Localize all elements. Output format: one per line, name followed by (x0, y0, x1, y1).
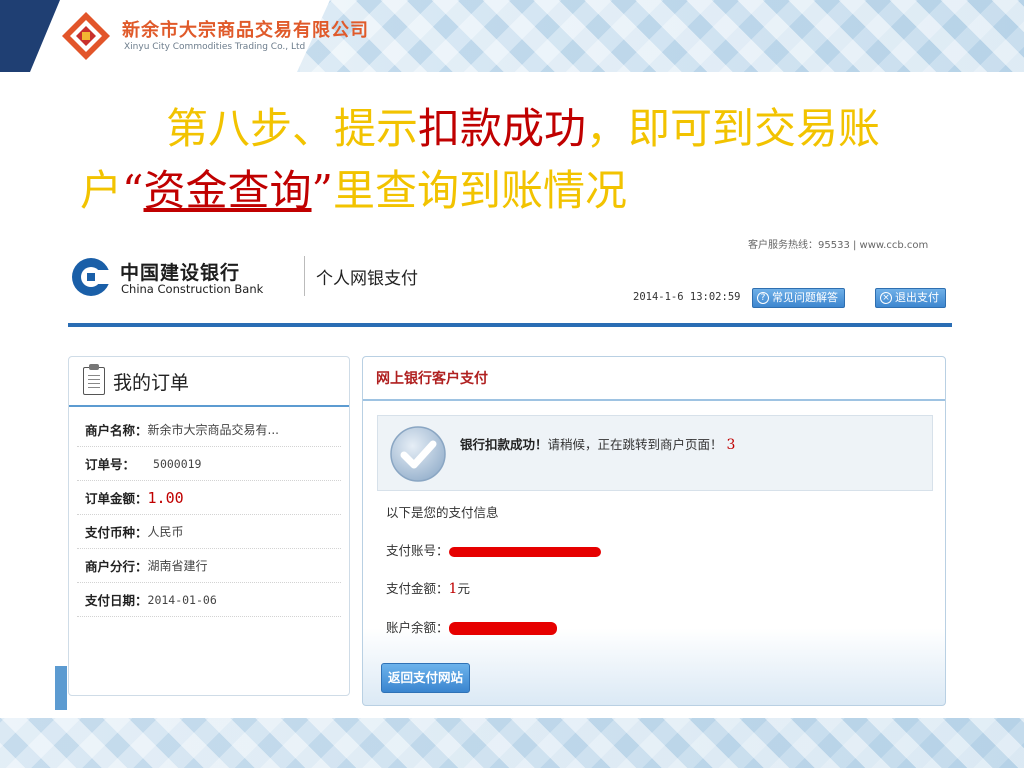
footer-diamond-pattern (0, 718, 1024, 768)
payment-info-heading: 以下是您的支付信息 (386, 505, 499, 520)
order-value: 新余市大宗商品交易有... (147, 423, 279, 437)
success-headline: 银行扣款成功！ (460, 437, 548, 452)
company-name-en: Xinyu City Commodities Trading Co., Ltd (124, 42, 306, 52)
order-panel-header: 我的订单 (69, 357, 349, 407)
ccb-payment-screenshot: 客户服务热线：95533 | www.ccb.com 中国建设银行 China … (55, 236, 958, 710)
headline-close-quote: ” (311, 166, 333, 215)
account-balance-row: 账户余额： (386, 617, 557, 636)
amount-label: 支付金额： (386, 581, 449, 596)
bank-service-title: 个人网银支付 (316, 269, 418, 289)
header-blue-rule (68, 323, 952, 327)
order-row-amount: 订单金额： 1.00 (77, 481, 341, 515)
exit-payment-button[interactable]: × 退出支付 (875, 288, 946, 308)
order-row-date: 支付日期： 2014-01-06 (77, 583, 341, 617)
faq-button[interactable]: ? 常见问题解答 (752, 288, 845, 308)
order-value: 5000019 (153, 456, 202, 471)
headline-highlight-deduction: 扣款成功 (418, 104, 587, 153)
order-label: 订单金额： (85, 491, 148, 506)
company-logo-icon (62, 12, 110, 60)
order-label: 商户名称： (85, 423, 148, 438)
order-label: 支付日期： (85, 593, 148, 608)
headline-open-quote: “ (122, 166, 144, 215)
bank-header-strip: 客户服务热线：95533 | www.ccb.com (748, 240, 929, 251)
order-value: 人民币 (147, 525, 184, 539)
success-message: 银行扣款成功！请稍候，正在跳转到商户页面！ 3 (460, 434, 735, 453)
slide-footer-band (0, 718, 1024, 768)
order-row-number: 订单号： 5000019 (77, 447, 341, 481)
order-row-branch: 商户分行： 湖南省建行 (77, 549, 341, 583)
bank-name-en: China Construction Bank (121, 282, 264, 296)
account-label: 支付账号： (386, 543, 449, 558)
order-label: 支付币种： (85, 525, 148, 540)
question-icon: ? (757, 292, 769, 304)
order-label: 商户分行： (85, 559, 148, 574)
order-value: 湖南省建行 (147, 559, 208, 573)
close-circle-icon: × (880, 292, 892, 304)
order-value: 2014-01-06 (147, 592, 217, 607)
order-amount-value: 1.00 (147, 488, 184, 507)
order-panel-title: 我的订单 (113, 371, 190, 394)
return-to-merchant-button[interactable]: 返回支付网站 (381, 663, 471, 693)
current-datetime: 2014-1-6 13:02:59 (633, 291, 741, 303)
side-float-tab[interactable] (55, 666, 67, 710)
my-order-panel: 我的订单 商户名称： 新余市大宗商品交易有... 订单号： 5000019 订单… (68, 356, 350, 696)
bank-name-cn: 中国建设银行 (120, 262, 241, 284)
header-diamond-pattern (300, 0, 1024, 72)
faq-button-label: 常见问题解答 (772, 291, 838, 304)
order-row-currency: 支付币种： 人民币 (77, 515, 341, 549)
redirect-notice: 请稍候，正在跳转到商户页面！ (547, 437, 723, 452)
clipboard-icon (83, 364, 105, 395)
redacted-balance (448, 622, 557, 635)
payment-account-row: 支付账号： (386, 540, 601, 559)
order-row-merchant: 商户名称： 新余市大宗商品交易有... (77, 413, 341, 447)
payment-panel-title: 网上银行客户支付 (363, 357, 945, 401)
slide-header-band: 新余市大宗商品交易有限公司 Xinyu City Commodities Tra… (0, 0, 1024, 72)
order-label: 订单号： (85, 457, 136, 472)
balance-label: 账户余额： (386, 620, 449, 635)
order-details-list: 商户名称： 新余市大宗商品交易有... 订单号： 5000019 订单金额： 1… (69, 407, 349, 617)
payment-amount-row: 支付金额：1元 (386, 578, 470, 597)
company-name-cn: 新余市大宗商品交易有限公司 (122, 20, 369, 41)
payment-success-box: 银行扣款成功！请稍候，正在跳转到商户页面！ 3 (377, 415, 933, 491)
success-check-icon (390, 426, 446, 482)
headline-highlight-fund-query: 资金查询 (143, 166, 312, 215)
redirect-countdown: 3 (726, 437, 736, 453)
bank-header-divider (304, 256, 305, 296)
online-payment-panel: 网上银行客户支付 银行扣款成功！请稍候，正在跳转到商户页面！ 3 以下是您的支付… (362, 356, 946, 706)
headline-text-1: 第八步、提示 (166, 104, 419, 153)
redacted-account-number (448, 546, 601, 557)
slide-headline: 第八步、提示扣款成功，即可到交易账户“资金查询”里查询到账情况 (80, 98, 910, 238)
exit-button-label: 退出支付 (895, 291, 939, 304)
amount-unit: 元 (457, 581, 470, 596)
ccb-logo-icon (72, 258, 111, 296)
headline-text-3: 里查询到账情况 (333, 166, 628, 215)
